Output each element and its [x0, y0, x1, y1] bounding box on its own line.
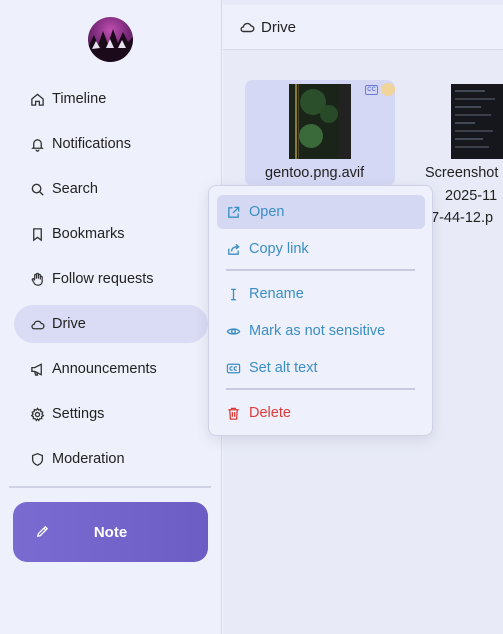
- file-name-line: 7-44-12.p: [431, 210, 494, 226]
- menu-item-label: Set alt text: [249, 360, 318, 376]
- cloud-icon: [28, 315, 46, 333]
- sidebar-item-label: Search: [52, 181, 98, 197]
- sidebar-item-drive[interactable]: Drive: [14, 305, 208, 343]
- avatar[interactable]: [88, 17, 133, 62]
- bookmark-icon: [28, 225, 46, 243]
- text-cursor-icon: [226, 287, 241, 302]
- file-name-line: Screenshot: [425, 165, 499, 181]
- search-icon: [28, 180, 46, 198]
- file-thumbnail: [451, 84, 503, 159]
- sidebar-item-label: Drive: [52, 316, 86, 332]
- file-context-menu: Open Copy link Rename Mark as not sensit…: [208, 185, 433, 436]
- sidebar-item-search[interactable]: Search: [14, 170, 208, 208]
- sidebar-item-bookmarks[interactable]: Bookmarks: [14, 215, 208, 253]
- file-thumbnail: [289, 84, 351, 159]
- bell-icon: [28, 135, 46, 153]
- sidebar-item-label: Follow requests: [52, 271, 154, 287]
- sidebar-item-label: Announcements: [52, 361, 157, 377]
- sensitive-indicator-icon: [381, 83, 395, 96]
- menu-divider: [226, 269, 415, 271]
- sidebar-item-label: Notifications: [52, 136, 131, 152]
- sidebar-item-label: Bookmarks: [52, 226, 125, 242]
- menu-item-mark-not-sensitive[interactable]: Mark as not sensitive: [217, 314, 425, 348]
- note-button-label: Note: [93, 523, 128, 541]
- pencil-icon: [35, 524, 50, 539]
- sidebar-item-label: Settings: [52, 406, 105, 422]
- file-name-line: 2025-11: [445, 188, 498, 204]
- hand-icon: [28, 270, 46, 288]
- share-icon: [226, 242, 241, 257]
- cc-icon: [226, 361, 241, 376]
- trash-icon: [226, 406, 241, 421]
- sidebar-item-announcements[interactable]: Announcements: [14, 350, 208, 388]
- menu-item-rename[interactable]: Rename: [217, 277, 425, 311]
- note-button[interactable]: Note: [13, 502, 208, 562]
- home-icon: [28, 90, 46, 108]
- sidebar-item-moderation[interactable]: Moderation: [14, 440, 208, 478]
- file-name: gentoo.png.avif: [265, 165, 365, 181]
- menu-item-set-alt-text[interactable]: Set alt text: [217, 351, 425, 385]
- gear-icon: [28, 405, 46, 423]
- menu-item-label: Delete: [249, 405, 291, 421]
- sidebar-item-label: Moderation: [52, 451, 125, 467]
- alt-text-badge-icon: CC: [365, 85, 378, 95]
- megaphone-icon: [28, 360, 46, 378]
- sidebar-item-settings[interactable]: Settings: [14, 395, 208, 433]
- menu-divider: [226, 388, 415, 390]
- sidebar: Timeline Notifications Search Bookmarks …: [0, 0, 222, 634]
- eye-icon: [226, 324, 241, 339]
- sidebar-divider: [9, 486, 211, 488]
- shield-icon: [28, 450, 46, 468]
- menu-item-label: Copy link: [249, 241, 309, 257]
- sidebar-item-label: Timeline: [52, 91, 107, 107]
- menu-item-open[interactable]: Open: [217, 195, 425, 229]
- menu-item-label: Rename: [249, 286, 304, 302]
- menu-item-label: Mark as not sensitive: [249, 323, 386, 339]
- menu-item-copy-link[interactable]: Copy link: [217, 232, 425, 266]
- sidebar-item-notifications[interactable]: Notifications: [14, 125, 208, 163]
- drive-file-card[interactable]: CC gentoo.png.avif: [245, 80, 395, 186]
- menu-item-delete[interactable]: Delete: [217, 396, 425, 430]
- page-title: Drive: [261, 18, 297, 36]
- cloud-icon: [239, 19, 255, 35]
- sidebar-item-timeline[interactable]: Timeline: [14, 80, 208, 118]
- menu-item-label: Open: [249, 204, 285, 220]
- drive-file-card[interactable]: Screenshot 2025-11 7-44-12.p: [423, 80, 503, 226]
- external-link-icon: [226, 205, 241, 220]
- sidebar-item-follow-requests[interactable]: Follow requests: [14, 260, 208, 298]
- page-header: Drive: [223, 5, 503, 50]
